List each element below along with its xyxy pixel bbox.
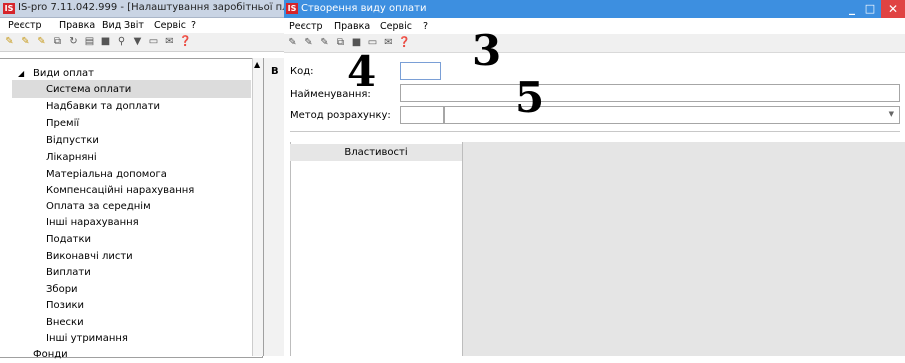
copy-icon[interactable]: ⧉ — [51, 35, 64, 48]
help-icon[interactable]: ❓ — [398, 36, 411, 49]
tree-item[interactable]: Матеріальна допомога — [46, 166, 167, 183]
tree-item[interactable]: Інші утримання — [46, 330, 128, 347]
refresh-icon[interactable]: ↻ — [67, 35, 80, 48]
maximize-icon[interactable]: □ — [862, 0, 878, 18]
menu-registry[interactable]: Реєстр — [8, 20, 42, 31]
back-window-titlebar: IS IS-pro 7.11.042.999 - [Налаштування з… — [0, 0, 301, 18]
annotation-number: 5 — [515, 73, 545, 122]
properties-item[interactable]: Властивості — [290, 144, 462, 161]
tree-item[interactable]: Позики — [46, 297, 84, 314]
tree-scrollbar[interactable]: ▲ — [252, 58, 263, 356]
minimize-icon[interactable]: _ — [844, 0, 860, 18]
back-window-grid-edge: В — [263, 58, 285, 356]
back-window-menubar: Реєстр Правка Вид Звіт Сервіс ? — [0, 18, 284, 33]
form-icon[interactable]: ▭ — [147, 35, 160, 48]
menu-edit[interactable]: Правка — [59, 20, 95, 31]
close-icon[interactable]: ✕ — [881, 0, 905, 18]
new-icon[interactable]: ✎ — [3, 35, 16, 48]
front-window-menubar: Реєстр Правка Сервіс ? — [284, 19, 905, 33]
search-icon[interactable]: ⚲ — [115, 35, 128, 48]
front-window-titlebar: IS Створення виду оплати _ □ ✕ — [284, 0, 905, 18]
tree-item[interactable]: Надбавки та доплати — [46, 98, 160, 115]
front-window-toolbar: ✎ ✎ ✎ ⧉ ■ ▭ ✉ ❓ — [284, 34, 905, 53]
annotation-number: 3 — [472, 26, 502, 75]
menu-view[interactable]: Вид — [102, 20, 121, 31]
tree-expand-icon[interactable]: ◢ — [18, 69, 24, 78]
menu-service[interactable]: Сервіс — [154, 20, 186, 31]
help-icon[interactable]: ❓ — [179, 35, 192, 48]
create-payment-type-window: IS Створення виду оплати _ □ ✕ Реєстр Пр… — [284, 0, 905, 356]
tree-root-label[interactable]: Види оплат — [33, 65, 94, 82]
properties-panel — [290, 142, 463, 356]
tree-item[interactable]: Виконавчі листи — [46, 248, 133, 265]
tree-item[interactable]: Відпустки — [46, 132, 99, 149]
tree-root-label[interactable]: Фонди — [33, 346, 68, 363]
tree-item[interactable]: Внески — [46, 314, 84, 331]
tree-item[interactable]: Премії — [46, 115, 79, 132]
name-field[interactable] — [400, 84, 900, 102]
method-label: Метод розрахунку: — [290, 110, 391, 121]
divider — [290, 131, 900, 132]
filter-icon[interactable]: ▼ — [131, 35, 144, 48]
print-icon[interactable]: ▤ — [83, 35, 96, 48]
back-window-toolbar: ✎ ✎ ✎ ⧉ ↻ ▤ ■ ⚲ ▼ ▭ ✉ ❓ — [0, 33, 284, 52]
menu-registry[interactable]: Реєстр — [289, 21, 323, 32]
app-logo-icon: IS — [286, 3, 298, 14]
mail-icon[interactable]: ✉ — [382, 36, 395, 49]
new-child-icon[interactable]: ✎ — [19, 35, 32, 48]
edit-icon[interactable]: ✎ — [35, 35, 48, 48]
menu-service[interactable]: Сервіс — [380, 21, 412, 32]
method-code-field[interactable] — [400, 106, 444, 124]
menu-help[interactable]: ? — [423, 21, 428, 32]
tree-item[interactable]: Лікарняні — [46, 149, 97, 166]
new-icon[interactable]: ✎ — [286, 36, 299, 49]
scroll-up-icon[interactable]: ▲ — [254, 60, 260, 69]
new-child-icon[interactable]: ✎ — [302, 36, 315, 49]
front-window-title: Створення виду оплати — [301, 3, 427, 14]
tree-item[interactable]: Збори — [46, 281, 78, 298]
menu-edit[interactable]: Правка — [334, 21, 370, 32]
chevron-down-icon[interactable]: ▼ — [889, 110, 894, 118]
tree-item[interactable]: Інші нарахування — [46, 214, 139, 231]
app-logo-icon: IS — [3, 3, 15, 14]
grid-header-fragment: В — [271, 66, 279, 77]
code-field[interactable] — [400, 62, 441, 80]
method-select[interactable]: ▼ — [444, 106, 900, 124]
edit-icon[interactable]: ✎ — [318, 36, 331, 49]
properties-content-area — [462, 142, 905, 356]
code-label: Код: — [290, 66, 314, 77]
back-window-title: IS-pro 7.11.042.999 - [Налаштування заро… — [18, 2, 301, 13]
tree-item[interactable]: Податки — [46, 231, 91, 248]
copy-icon[interactable]: ⧉ — [334, 36, 347, 49]
tree-item[interactable]: Компенсаційні нарахування — [46, 182, 194, 199]
menu-report[interactable]: Звіт — [124, 20, 144, 31]
tree-item[interactable]: Оплата за середнім — [46, 198, 151, 215]
tree-item[interactable]: Виплати — [46, 264, 91, 281]
annotation-number: 4 — [347, 47, 377, 96]
stop-icon[interactable]: ■ — [99, 35, 112, 48]
menu-help[interactable]: ? — [191, 20, 196, 31]
tree-item[interactable]: Система оплати — [46, 81, 131, 98]
mail-icon[interactable]: ✉ — [163, 35, 176, 48]
